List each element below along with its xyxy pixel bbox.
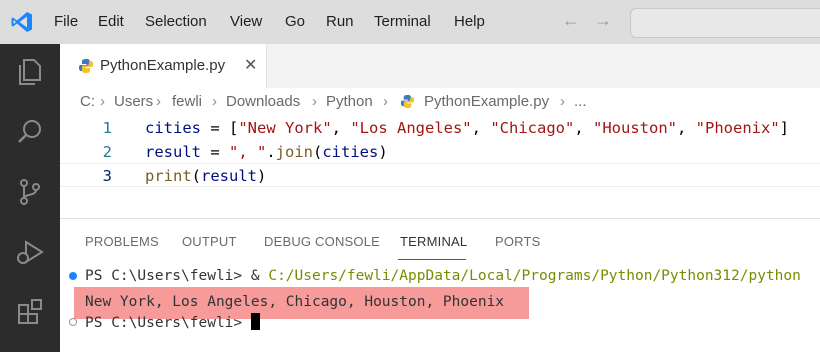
- tab-ports[interactable]: PORTS: [495, 219, 541, 265]
- title-bar: File Edit Selection View Go Run Terminal…: [0, 0, 820, 44]
- chevron-right-icon: ›: [560, 93, 565, 110]
- source-control-icon[interactable]: [14, 176, 46, 208]
- menu-selection[interactable]: Selection: [145, 0, 207, 44]
- line-number: 2: [102, 143, 112, 161]
- menu-terminal[interactable]: Terminal: [374, 0, 431, 44]
- code-text: result = ", ".join(cities): [145, 143, 388, 161]
- tab-output[interactable]: OUTPUT: [182, 219, 237, 265]
- code-line: 1 cities = ["New York", "Los Angeles", "…: [60, 116, 820, 140]
- tab-problems[interactable]: PROBLEMS: [85, 219, 159, 265]
- forward-arrow-icon[interactable]: →: [594, 10, 612, 31]
- extensions-icon[interactable]: [14, 296, 46, 328]
- code-text: print(result): [145, 167, 267, 185]
- breadcrumb-item-c[interactable]: C:: [80, 88, 95, 116]
- menu-file[interactable]: File: [54, 0, 78, 44]
- menu-edit[interactable]: Edit: [98, 0, 124, 44]
- breadcrumb-item-downloads[interactable]: Downloads: [226, 88, 300, 116]
- breadcrumb-item-symbols[interactable]: ...: [574, 88, 587, 116]
- close-icon[interactable]: ✕: [244, 44, 257, 88]
- current-code-line: 3 print(result): [60, 163, 820, 187]
- command-pending-dot-icon[interactable]: [69, 318, 77, 326]
- breadcrumb-item-fewli[interactable]: fewli: [172, 88, 202, 116]
- back-arrow-icon[interactable]: ←: [562, 10, 580, 31]
- active-tab-indicator: [398, 259, 466, 260]
- menu-help[interactable]: Help: [454, 0, 485, 44]
- activity-bar: [0, 44, 60, 352]
- menu-go[interactable]: Go: [285, 0, 305, 44]
- bottom-panel: PROBLEMS OUTPUT DEBUG CONSOLE TERMINAL P…: [60, 218, 820, 353]
- vscode-logo-icon[interactable]: [10, 10, 34, 34]
- terminal-cursor: [250, 313, 260, 330]
- line-number: 3: [102, 167, 112, 185]
- editor-tab-bar: PythonExample.py ✕: [60, 44, 820, 88]
- chevron-right-icon: ›: [383, 93, 388, 110]
- terminal-command-line: PS C:\Users\fewli> & C:/Users/fewli/AppD…: [85, 268, 801, 284]
- chevron-right-icon: ›: [212, 93, 217, 110]
- terminal-output-line: New York, Los Angeles, Chicago, Houston,…: [85, 294, 505, 310]
- breadcrumb-item-users[interactable]: Users: [114, 88, 153, 116]
- chevron-right-icon: ›: [156, 93, 161, 110]
- chevron-right-icon: ›: [312, 93, 317, 110]
- command-success-dot-icon[interactable]: [69, 272, 77, 280]
- explorer-icon[interactable]: [14, 56, 46, 88]
- breadcrumb-item-python[interactable]: Python: [326, 88, 373, 116]
- chevron-right-icon: ›: [100, 93, 105, 110]
- terminal-prompt-line: PS C:\Users\fewli>: [85, 313, 260, 333]
- menu-run[interactable]: Run: [326, 0, 354, 44]
- code-line: 2 result = ", ".join(cities): [60, 140, 820, 164]
- code-editor[interactable]: 1 cities = ["New York", "Los Angeles", "…: [60, 116, 820, 216]
- line-number: 1: [102, 119, 112, 137]
- breadcrumb: C: › Users › fewli › Downloads › Python …: [60, 88, 820, 116]
- menu-view[interactable]: View: [230, 0, 262, 44]
- tab-label: PythonExample.py: [100, 57, 226, 74]
- command-center-search[interactable]: [630, 8, 820, 38]
- code-text: cities = ["New York", "Los Angeles", "Ch…: [145, 119, 790, 137]
- breadcrumb-item-file[interactable]: PythonExample.py: [424, 88, 549, 116]
- run-and-debug-icon[interactable]: [14, 236, 46, 268]
- python-file-icon: [79, 59, 93, 73]
- tab-python-example[interactable]: PythonExample.py ✕: [60, 44, 267, 88]
- search-icon[interactable]: [14, 116, 46, 148]
- tab-debug-console[interactable]: DEBUG CONSOLE: [264, 219, 380, 265]
- python-file-icon: [400, 94, 415, 109]
